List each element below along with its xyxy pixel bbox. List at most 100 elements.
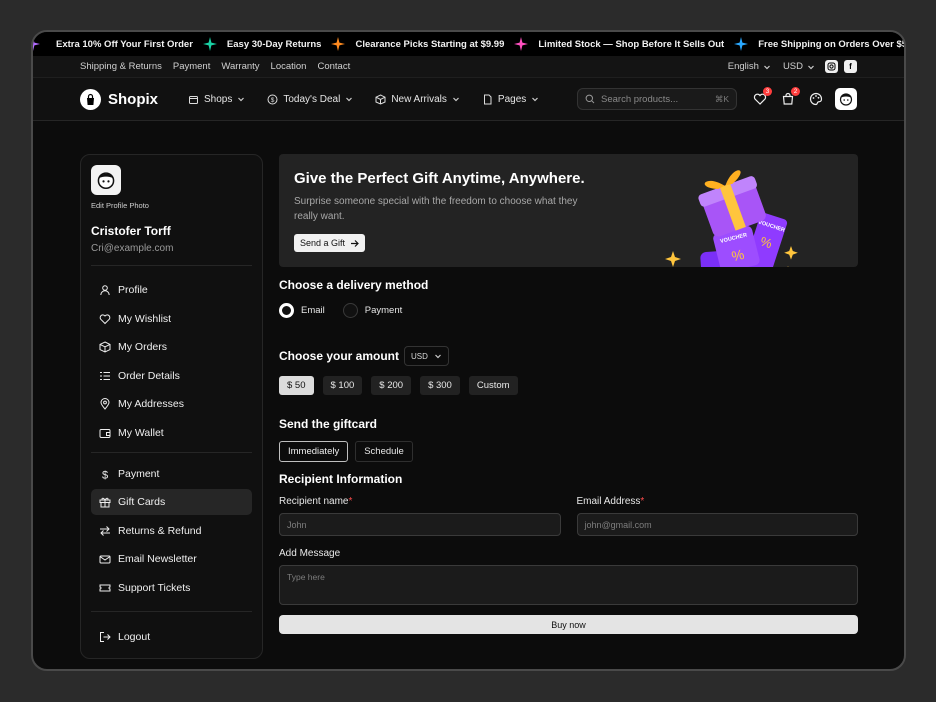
nav-todays-deal[interactable]: $ Today's Deal: [267, 94, 353, 105]
divider: [91, 265, 252, 266]
sidebar-item-support[interactable]: Support Tickets: [91, 575, 252, 601]
promo-text: Free Shipping on Orders Over $5: [758, 38, 904, 50]
wallet-icon: [99, 428, 111, 438]
gift-icon: [99, 497, 111, 508]
sidebar-item-wallet[interactable]: My Wallet: [91, 420, 252, 446]
send-schedule-button[interactable]: Schedule: [355, 441, 413, 462]
chevron-down-icon: [238, 97, 245, 102]
recipient-name-input[interactable]: John: [279, 513, 561, 536]
buy-now-button[interactable]: Buy now: [279, 615, 858, 634]
main-header: Shopix Shops $ Today's Deal New Arrivals…: [33, 78, 904, 121]
heart-icon: [99, 313, 111, 324]
add-message-label: Add Message: [279, 548, 341, 559]
cart-count-badge: 2: [791, 87, 800, 96]
amount-option-200[interactable]: $ 200: [371, 376, 412, 395]
avatar-button[interactable]: [835, 88, 857, 110]
amount-option-100[interactable]: $ 100: [322, 376, 363, 395]
arrow-right-icon: [351, 239, 359, 247]
user-icon: [100, 285, 110, 296]
gift-box-illustration: VOUCHER % VOUCHER %: [665, 170, 798, 267]
amount-currency-select[interactable]: USD: [404, 346, 450, 366]
send-gift-button[interactable]: Send a Gift: [294, 234, 366, 252]
send-timing-options: Immediately Schedule: [279, 441, 858, 462]
nav-pages[interactable]: Pages: [482, 94, 539, 105]
delivery-method-options: Email Payment: [279, 303, 858, 318]
amount-title: Choose your amount: [279, 349, 400, 363]
email-address-input[interactable]: john@gmail.com: [576, 513, 858, 536]
delivery-method-title: Choose a delivery method: [279, 278, 429, 292]
gift-card-content: Give the Perfect Gift Anytime, Anywhere.…: [279, 154, 858, 634]
divider: [91, 451, 252, 453]
currency-select[interactable]: USD: [783, 61, 815, 72]
chevron-down-icon: [764, 65, 770, 69]
wishlist-button[interactable]: 3: [751, 87, 772, 108]
top-link-warranty[interactable]: Warranty: [221, 61, 259, 72]
box-icon: [375, 93, 386, 105]
delivery-payment-radio[interactable]: Payment: [342, 303, 402, 318]
location-pin-icon: [100, 398, 110, 410]
top-link-contact[interactable]: Contact: [317, 61, 350, 72]
facebook-icon[interactable]: f: [844, 60, 857, 73]
message-textarea[interactable]: Type here: [279, 565, 858, 605]
instagram-icon[interactable]: [825, 60, 838, 73]
wishlist-count-badge: 3: [763, 87, 772, 96]
sidebar-item-addresses[interactable]: My Addresses: [91, 391, 252, 417]
top-link-payment[interactable]: Payment: [173, 61, 211, 72]
recipient-name-label: Recipient name*: [279, 496, 353, 507]
sparkle-icon: [33, 37, 40, 51]
sidebar-item-order-details[interactable]: Order Details: [91, 363, 252, 389]
sidebar-item-gift-cards[interactable]: Gift Cards: [91, 489, 252, 515]
delivery-email-radio[interactable]: Email: [279, 303, 325, 318]
search-placeholder: Search products...: [601, 93, 679, 105]
brand-name: Shopix: [108, 90, 159, 108]
amount-option-50[interactable]: $ 50: [279, 376, 314, 395]
amount-header: Choose your amount USD: [279, 346, 858, 366]
sidebar-item-orders[interactable]: My Orders: [91, 334, 252, 360]
search-icon: [585, 94, 595, 104]
edit-profile-photo-link[interactable]: Edit Profile Photo: [91, 201, 252, 210]
cart-button[interactable]: 2: [779, 87, 800, 108]
logout-icon: [100, 631, 111, 642]
promo-bar: Extra 10% Off Your First Order Easy 30-D…: [33, 32, 904, 56]
sidebar-item-profile[interactable]: Profile: [91, 277, 252, 303]
nav-shops[interactable]: Shops: [188, 94, 245, 105]
theme-button[interactable]: [807, 90, 825, 108]
top-link-shipping[interactable]: Shipping & Returns: [80, 61, 162, 72]
sidebar-item-payment[interactable]: $ Payment: [91, 461, 252, 487]
brand-logo[interactable]: Shopix: [80, 88, 159, 110]
language-select[interactable]: English: [728, 61, 771, 72]
gift-hero-banner: Give the Perfect Gift Anytime, Anywhere.…: [279, 154, 858, 267]
amount-option-300[interactable]: $ 300: [420, 376, 460, 395]
logout-button[interactable]: Logout: [91, 624, 252, 650]
sparkle-icon: [202, 37, 217, 51]
sparkle-icon: [734, 37, 749, 51]
avatar-icon: [97, 172, 115, 190]
account-sidebar: Edit Profile Photo Cristofer Torff Cri@e…: [80, 154, 263, 659]
recipient-fields: Recipient name* John Email Address* john…: [279, 496, 858, 536]
top-link-location[interactable]: Location: [271, 61, 307, 72]
dollar-circle-icon: $: [267, 94, 278, 104]
amount-option-custom[interactable]: Custom: [468, 376, 518, 395]
radio-selected: [279, 303, 294, 318]
promo-text: Limited Stock — Shop Before It Sells Out: [538, 38, 725, 50]
hero-subtitle: Surprise someone special with the freedo…: [294, 196, 578, 222]
user-email: Cri@example.com: [91, 243, 174, 254]
svg-text:$: $: [102, 469, 108, 480]
sidebar-item-newsletter[interactable]: Email Newsletter: [91, 546, 252, 572]
mail-icon: [99, 555, 111, 564]
profile-photo[interactable]: [91, 165, 121, 195]
send-giftcard-title: Send the giftcard: [279, 417, 378, 431]
chevron-down-icon: [435, 354, 441, 359]
sidebar-item-returns[interactable]: Returns & Refund: [91, 518, 252, 544]
dollar-icon: $: [102, 469, 108, 480]
store-icon: [189, 95, 199, 104]
arrows-exchange-icon: [100, 525, 110, 536]
send-immediately-button[interactable]: Immediately: [279, 441, 349, 462]
page-icon: [483, 94, 492, 104]
sidebar-item-wishlist[interactable]: My Wishlist: [91, 306, 252, 332]
amount-options: $ 50 $ 100 $ 200 $ 300 Custom: [279, 376, 858, 395]
nav-new-arrivals[interactable]: New Arrivals: [375, 94, 460, 105]
search-input[interactable]: Search products... ⌘K: [577, 88, 737, 110]
search-shortcut: ⌘K: [714, 93, 729, 104]
list-icon: [100, 371, 110, 380]
